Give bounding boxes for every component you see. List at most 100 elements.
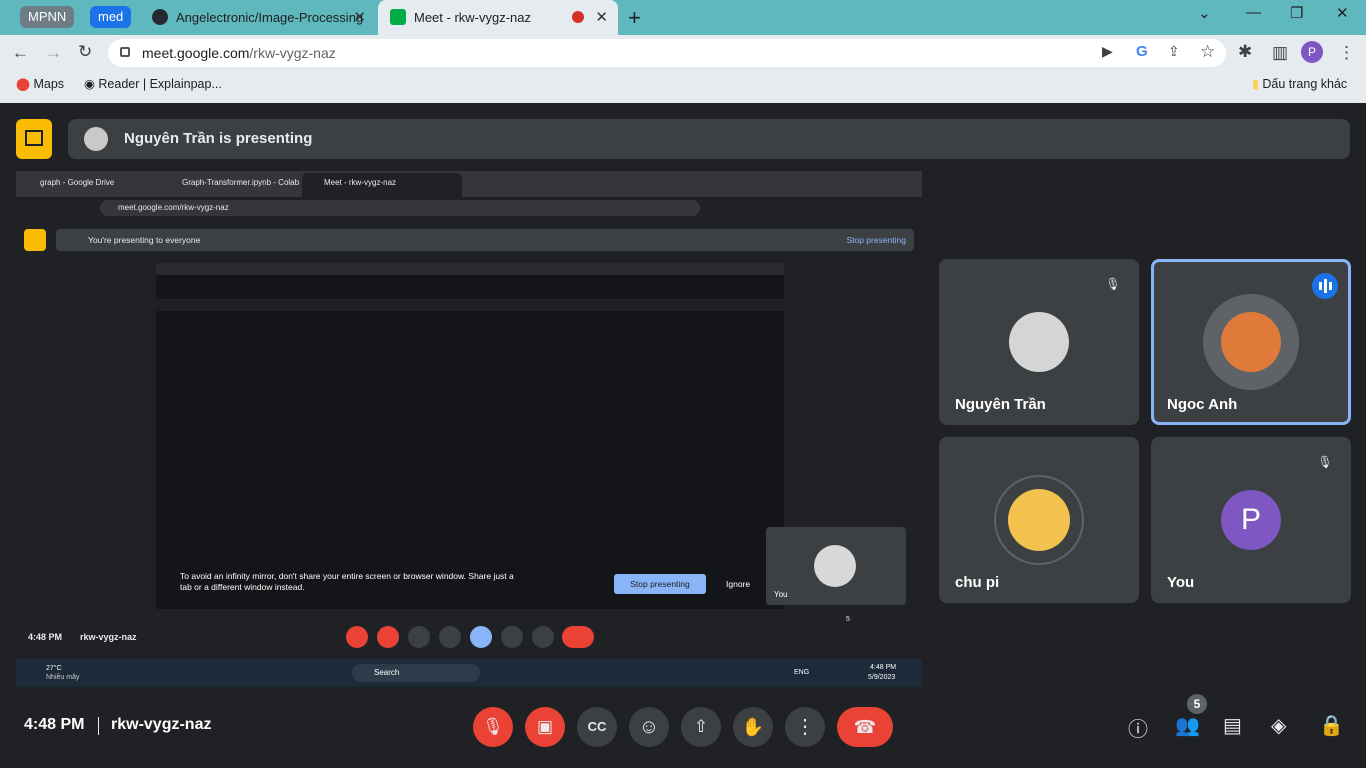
participant-name: You	[1167, 574, 1195, 591]
participant-avatar	[1221, 312, 1281, 372]
shared-controls	[346, 626, 594, 648]
shared-screen: graph - Google Drive Graph-Transformer.i…	[16, 171, 922, 687]
activities-icon[interactable]: ◈	[1271, 713, 1286, 738]
weather-temp: 27°C	[46, 665, 62, 672]
host-controls-icon[interactable]: 🔒	[1319, 713, 1344, 738]
sidepanel-icon[interactable]: ▥	[1272, 43, 1288, 63]
participant-name: chu pi	[955, 574, 1000, 591]
raise-hand-button[interactable]: ✋	[733, 707, 773, 747]
participant-tile[interactable]: 🎙 Nguyên Trần	[939, 259, 1139, 425]
tab-group-med[interactable]: med	[90, 6, 132, 28]
share-icon[interactable]: ⇪	[1168, 43, 1180, 60]
meeting-code: rkw-vygz-naz	[111, 716, 212, 733]
participant-tile[interactable]: chu pi	[939, 437, 1139, 603]
shared-tab: graph - Google Drive	[40, 178, 115, 187]
chat-icon[interactable]: ▤	[1223, 713, 1242, 738]
close-icon[interactable]: ✕	[353, 0, 366, 35]
bookmark-label: Reader | Explainpap...	[98, 77, 222, 91]
camera-icon[interactable]: ▶	[1102, 43, 1113, 60]
shared-tab: Graph-Transformer.ipynb - Colab	[182, 178, 300, 187]
shared-time: 4:48 PM	[28, 632, 63, 642]
bookmark-reader[interactable]: ◉ Reader | Explainpap...	[84, 76, 222, 91]
tab-group-mpnn[interactable]: MPNN	[20, 6, 75, 28]
google-icon[interactable]: G	[1136, 43, 1148, 60]
mic-button[interactable]: 🎙	[473, 707, 513, 747]
present-button[interactable]: ⇧	[681, 707, 721, 747]
participant-name: Nguyên Trần	[955, 396, 1046, 413]
address-bar[interactable]: meet.google.com/rkw-vygz-naz ▶ G ⇪ ☆	[108, 39, 1226, 67]
shared-ignore: Ignore	[726, 579, 751, 589]
shared-tabstrip: graph - Google Drive Graph-Transformer.i…	[16, 171, 922, 197]
people-icon[interactable]: 👥	[1175, 713, 1200, 738]
minimize-icon[interactable]: —	[1246, 4, 1261, 21]
more-options-button[interactable]: ⋮	[785, 707, 825, 747]
shared-stop-button: Stop presenting	[614, 574, 706, 594]
bookmark-label: Dấu trang khác	[1262, 77, 1348, 91]
mirror-content	[156, 263, 784, 609]
profile-avatar[interactable]: P	[1301, 41, 1323, 63]
shared-meeting: rkw-vygz-naz	[80, 632, 137, 642]
taskbar-time: 4:48 PM	[870, 664, 897, 671]
divider	[98, 717, 99, 735]
info-icon[interactable]: ⓘ	[1128, 713, 1148, 742]
folder-icon: ▮	[1252, 77, 1259, 91]
url-host: meet.google.com	[142, 45, 250, 61]
browser-chrome: MPNN med Angelectronic/Image-Processing …	[0, 0, 1366, 103]
meet-stage: Nguyên Trần is presenting graph - Google…	[0, 103, 1366, 768]
participant-avatar	[1008, 489, 1070, 551]
audio-level-icon	[1312, 273, 1338, 299]
tab-github[interactable]: Angelectronic/Image-Processing ✕	[140, 0, 376, 35]
presenting-banner: Nguyên Trần is presenting	[68, 119, 1350, 159]
taskbar-lang: ENG	[794, 669, 810, 676]
self-label: You	[774, 590, 788, 599]
shared-tab: Meet - rkw-vygz-naz	[324, 178, 397, 187]
presentation-icon	[24, 229, 46, 251]
presenting-text: Nguyên Trần is presenting	[124, 130, 313, 147]
emoji-button[interactable]: ☺	[629, 707, 669, 747]
back-icon[interactable]: ←	[12, 43, 29, 63]
forward-icon[interactable]: →	[45, 43, 62, 63]
meet-icon	[390, 9, 406, 25]
reload-icon[interactable]: ↻	[78, 42, 92, 62]
tab-meet[interactable]: Meet - rkw-vygz-naz ✕	[378, 0, 618, 35]
participant-avatar	[1009, 312, 1069, 372]
bookmark-label: Maps	[33, 77, 65, 91]
shared-stop-link: Stop presenting	[846, 235, 906, 245]
captions-button[interactable]: CC	[577, 707, 617, 747]
mic-off-icon: 🎙	[1105, 277, 1121, 291]
tab-title: Angelectronic/Image-Processing	[176, 10, 364, 25]
participant-avatar: P	[1221, 490, 1281, 550]
bookmark-maps[interactable]: ⬤ Maps	[16, 76, 64, 91]
taskbar-date: 5/9/2023	[868, 674, 896, 681]
presentation-icon[interactable]	[16, 119, 52, 159]
mirror-warning: To avoid an infinity mirror, don't share…	[180, 571, 514, 592]
shared-presenting-text: You're presenting to everyone	[88, 235, 201, 245]
leave-call-button[interactable]: ☎	[837, 707, 893, 747]
weather-desc: Nhiều mây	[46, 674, 80, 681]
self-preview: You	[766, 527, 906, 605]
maps-icon: ⬤	[16, 77, 30, 91]
taskbar: 27°C Nhiều mây Search ENG 4:48 PM 5/9/20…	[16, 659, 922, 687]
self-avatar	[814, 545, 856, 587]
mic-off-icon: 🎙	[1317, 455, 1333, 469]
new-tab-icon[interactable]: +	[628, 5, 641, 31]
close-window-icon[interactable]: ✕	[1336, 4, 1349, 22]
lock-icon	[120, 47, 130, 57]
restore-icon[interactable]: ❐	[1290, 4, 1303, 22]
camera-button[interactable]: ▣	[525, 707, 565, 747]
presenter-avatar	[84, 127, 108, 151]
bookmark-other[interactable]: ▮ Dấu trang khác	[1252, 76, 1347, 91]
star-icon[interactable]: ☆	[1200, 42, 1215, 62]
recording-icon	[572, 11, 584, 23]
participant-tile-speaking[interactable]: Ngoc Anh	[1151, 259, 1351, 425]
close-icon[interactable]: ✕	[595, 0, 608, 35]
shared-url: meet.google.com/rkw-vygz-naz	[118, 203, 229, 212]
meeting-time: 4:48 PM	[24, 716, 85, 733]
chevron-down-icon[interactable]: ⌄	[1198, 4, 1211, 22]
taskbar-search: Search	[374, 668, 400, 677]
menu-icon[interactable]: ⋮	[1338, 43, 1355, 63]
url-path: /rkw-vygz-naz	[249, 45, 336, 61]
participant-name: Ngoc Anh	[1167, 396, 1238, 413]
extensions-icon[interactable]: ✱	[1238, 42, 1252, 62]
participant-tile-self[interactable]: 🎙 P You	[1151, 437, 1351, 603]
